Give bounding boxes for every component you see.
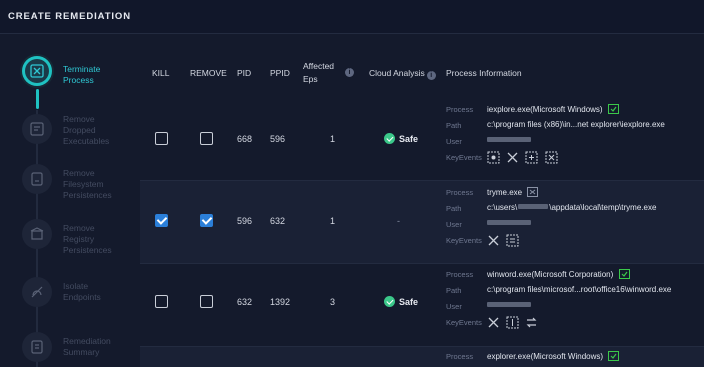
remove-checkbox[interactable]: [200, 295, 213, 308]
affected-value: 1: [330, 216, 336, 226]
signed-badge-icon: [607, 104, 619, 114]
kill-checkbox[interactable]: [155, 132, 168, 145]
process-path: c:\program files (x86)\in...net explorer…: [487, 120, 665, 129]
affected-info-icon[interactable]: i: [345, 68, 354, 77]
cloud-status: -: [397, 216, 400, 226]
col-remove: REMOVE: [190, 68, 227, 78]
process-name: explorer.exe(Microsoft Windows): [487, 352, 604, 361]
page-title: CREATE REMEDIATION: [8, 11, 131, 22]
filesystem-icon: [22, 164, 52, 194]
safe-icon: [384, 133, 395, 144]
header: CREATE REMEDIATION: [0, 0, 704, 34]
process-info: Process iexplore.exe(Microsoft Windows) P…: [446, 104, 665, 164]
ppid-value: 632: [270, 216, 286, 226]
remove-executables-icon: [22, 114, 52, 144]
safe-icon: [384, 296, 395, 307]
step-label: Isolate Endpoints: [63, 281, 101, 302]
isolate-icon: [22, 277, 52, 307]
redacted-user: [487, 302, 531, 307]
redacted-user: [487, 137, 531, 142]
col-ppid: PPID: [270, 68, 290, 78]
col-pid: PID: [237, 68, 252, 78]
step-terminate-process[interactable]: Terminate Process: [0, 56, 135, 106]
step-remediation-summary[interactable]: Remediation Summary: [0, 332, 135, 367]
process-info: Process winword.exe(Microsoft Corporation…: [446, 269, 672, 329]
registry-icon: [22, 219, 52, 249]
step-label: Remediation Summary: [63, 336, 111, 357]
keyevent-icon[interactable]: [545, 151, 558, 164]
pid-value: 632: [237, 297, 253, 307]
process-path: c:\program files\microsof...root\office1…: [487, 285, 672, 294]
step-isolate-endpoints[interactable]: Isolate Endpoints: [0, 277, 135, 327]
col-process-information: Process Information: [446, 68, 522, 78]
affected-value: 3: [330, 297, 336, 307]
col-affected-eps: Affected Eps: [303, 61, 335, 84]
cloud-status: Safe: [384, 296, 418, 307]
terminate-process-icon: [22, 56, 52, 86]
keyevent-icon[interactable]: [506, 151, 519, 164]
step-remove-dropped-executables[interactable]: Remove Dropped Executables: [0, 114, 135, 164]
ppid-value: 596: [270, 134, 286, 144]
ppid-value: 1392: [270, 297, 291, 307]
process-name: iexplore.exe(Microsoft Windows): [487, 105, 603, 114]
cloud-info-icon[interactable]: i: [426, 71, 436, 80]
pid-value: 596: [237, 216, 253, 226]
redacted-user: [487, 220, 531, 225]
signed-badge-icon: [618, 269, 630, 279]
kill-checkbox[interactable]: [155, 295, 168, 308]
process-name: tryme.exe: [487, 188, 523, 197]
pid-value: 668: [237, 134, 253, 144]
summary-icon: [22, 332, 52, 362]
affected-value: 1: [330, 134, 336, 144]
step-label: Terminate Process: [63, 64, 101, 85]
col-kill: KILL: [152, 68, 170, 78]
process-name: winword.exe(Microsoft Corporation): [487, 270, 614, 279]
redacted-username: [518, 204, 549, 209]
remove-checkbox[interactable]: [200, 132, 213, 145]
signed-badge-icon: [608, 351, 620, 361]
keyevent-icon[interactable]: [487, 234, 500, 247]
step-remove-filesystem-persistences[interactable]: Remove Filesystem Persistences: [0, 164, 135, 214]
col-cloud-analysis: Cloud Analysis i: [369, 68, 436, 80]
keyevent-icon[interactable]: [487, 151, 500, 164]
keyevent-icon[interactable]: [487, 316, 500, 329]
step-label: Remove Registry Persistences: [63, 223, 112, 255]
process-path: c:\users\ \appdata\local\temp\tryme.exe: [487, 203, 657, 212]
step-label: Remove Filesystem Persistences: [63, 168, 112, 200]
step-remove-registry-persistences[interactable]: Remove Registry Persistences: [0, 219, 135, 269]
keyevent-icon[interactable]: [506, 316, 519, 329]
cloud-status: Safe: [384, 133, 418, 144]
step-label: Remove Dropped Executables: [63, 114, 110, 146]
keyevent-icon[interactable]: [525, 316, 538, 329]
process-info: Process tryme.exe Path c:\users\ \appdata\l…: [446, 187, 657, 247]
unsigned-badge-icon: [527, 187, 539, 197]
keyevent-icon[interactable]: [506, 234, 519, 247]
kill-checkbox[interactable]: [155, 214, 168, 227]
remediation-stepper: Terminate Process Remove Dropped Executable…: [0, 34, 135, 367]
remove-checkbox[interactable]: [200, 214, 213, 227]
process-info: Process explorer.exe(Microsoft Windows): [446, 351, 704, 367]
keyevent-icon[interactable]: [525, 151, 538, 164]
